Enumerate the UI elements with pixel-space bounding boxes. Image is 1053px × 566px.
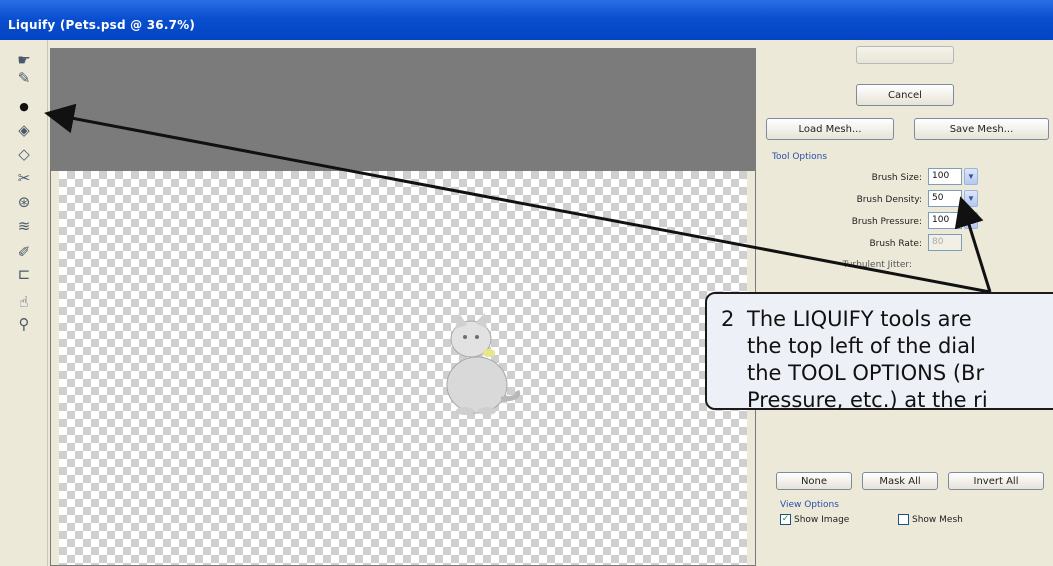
mask-none-button[interactable]: None bbox=[776, 472, 852, 490]
brush-pressure-label: Brush Pressure: bbox=[851, 217, 922, 227]
brush-density-dropdown-icon[interactable]: ▼ bbox=[964, 190, 978, 207]
mask-all-button[interactable]: Mask All bbox=[862, 472, 938, 490]
show-image-checkbox-row[interactable]: ✓ Show Image bbox=[780, 514, 849, 525]
freeze-mask-glyph: ✐ bbox=[17, 243, 31, 261]
callout-text: The LIQUIFY tools are the top left of th… bbox=[747, 307, 988, 412]
brush-size-field[interactable]: 100 bbox=[928, 168, 962, 185]
hand-glyph: ☝ bbox=[19, 293, 29, 311]
transparency-checkerboard bbox=[59, 171, 747, 565]
brush-size-label: Brush Size: bbox=[871, 173, 922, 183]
thaw-mask-glyph: ⊏ bbox=[17, 265, 31, 283]
pucker-glyph: ◈ bbox=[18, 121, 30, 139]
callout-step-number: 2 bbox=[721, 307, 735, 331]
brush-pressure-dropdown-icon[interactable]: ▼ bbox=[964, 212, 978, 229]
mirror-icon[interactable]: ⊛ bbox=[8, 192, 40, 212]
mask-none-label: None bbox=[800, 475, 828, 487]
hand-icon[interactable]: ☝ bbox=[8, 292, 40, 312]
zoom-icon[interactable]: ⚲ bbox=[8, 314, 40, 334]
show-mesh-checkbox[interactable] bbox=[898, 514, 909, 525]
brush-rate-label: Brush Rate: bbox=[869, 239, 922, 249]
cancel-label: Cancel bbox=[888, 89, 922, 101]
forward-warp-icon[interactable]: ☛ bbox=[8, 50, 40, 70]
brush-pressure-field[interactable]: 100 bbox=[928, 212, 962, 229]
show-mesh-label: Show Mesh bbox=[912, 514, 963, 525]
show-image-label: Show Image bbox=[794, 514, 850, 525]
show-mesh-checkbox-row[interactable]: Show Mesh bbox=[898, 514, 963, 525]
reconstruct-icon[interactable]: ✎ bbox=[8, 68, 40, 88]
thaw-mask-icon[interactable]: ⊏ bbox=[8, 264, 40, 284]
window-title-bar[interactable]: Liquify (Pets.psd @ 36.7%) bbox=[0, 0, 1053, 40]
tool-options-group-label: Tool Options bbox=[772, 152, 828, 162]
brush-density-label: Brush Density: bbox=[856, 195, 922, 205]
twirl-glyph: ● bbox=[19, 99, 29, 113]
freeze-mask-icon[interactable]: ✐ bbox=[8, 242, 40, 262]
forward-warp-glyph: ☛ bbox=[17, 51, 31, 69]
mirror-glyph: ⊛ bbox=[17, 193, 31, 211]
instruction-callout: 2 The LIQUIFY tools are the top left of … bbox=[705, 292, 1053, 412]
invert-all-label: Invert All bbox=[973, 475, 1019, 487]
pucker-icon[interactable]: ◈ bbox=[8, 120, 40, 140]
load-mesh-label: Load Mesh... bbox=[798, 123, 862, 135]
push-left-glyph: ✂ bbox=[17, 169, 31, 187]
mask-all-label: Mask All bbox=[879, 475, 921, 487]
brush-density-field[interactable]: 50 bbox=[928, 190, 962, 207]
zoom-glyph: ⚲ bbox=[18, 315, 30, 333]
bloat-icon[interactable]: ◇ bbox=[8, 144, 40, 164]
view-options-group-label: View Options bbox=[780, 500, 839, 510]
cat-image bbox=[446, 313, 521, 415]
reconstruct-glyph: ✎ bbox=[17, 69, 31, 87]
invert-all-button[interactable]: Invert All bbox=[948, 472, 1044, 490]
show-image-checkbox[interactable]: ✓ bbox=[780, 514, 791, 525]
load-mesh-button[interactable]: Load Mesh... bbox=[766, 118, 894, 140]
cancel-button[interactable]: Cancel bbox=[856, 84, 954, 106]
turbulence-icon[interactable]: ≋ bbox=[8, 216, 40, 236]
bloat-glyph: ◇ bbox=[18, 145, 30, 163]
liquify-toolbar: ☛ ✎ ● ◈ ◇ ✂ ⊛ ≋ ✐ ⊏ ☝ ⚲ bbox=[0, 40, 48, 566]
turbulence-glyph: ≋ bbox=[17, 217, 31, 235]
brush-size-dropdown-icon[interactable]: ▼ bbox=[964, 168, 978, 185]
preview-background bbox=[51, 49, 755, 171]
window-title: Liquify (Pets.psd @ 36.7%) bbox=[8, 18, 196, 32]
save-mesh-label: Save Mesh... bbox=[949, 123, 1014, 135]
twirl-icon[interactable]: ● bbox=[8, 96, 40, 116]
turbulent-jitter-label: Turbulent Jitter: bbox=[842, 260, 912, 270]
brush-rate-field[interactable]: 80 bbox=[928, 234, 962, 251]
ok-button[interactable] bbox=[856, 46, 954, 64]
save-mesh-button[interactable]: Save Mesh... bbox=[914, 118, 1049, 140]
push-left-icon[interactable]: ✂ bbox=[8, 168, 40, 188]
image-preview[interactable] bbox=[50, 48, 756, 566]
